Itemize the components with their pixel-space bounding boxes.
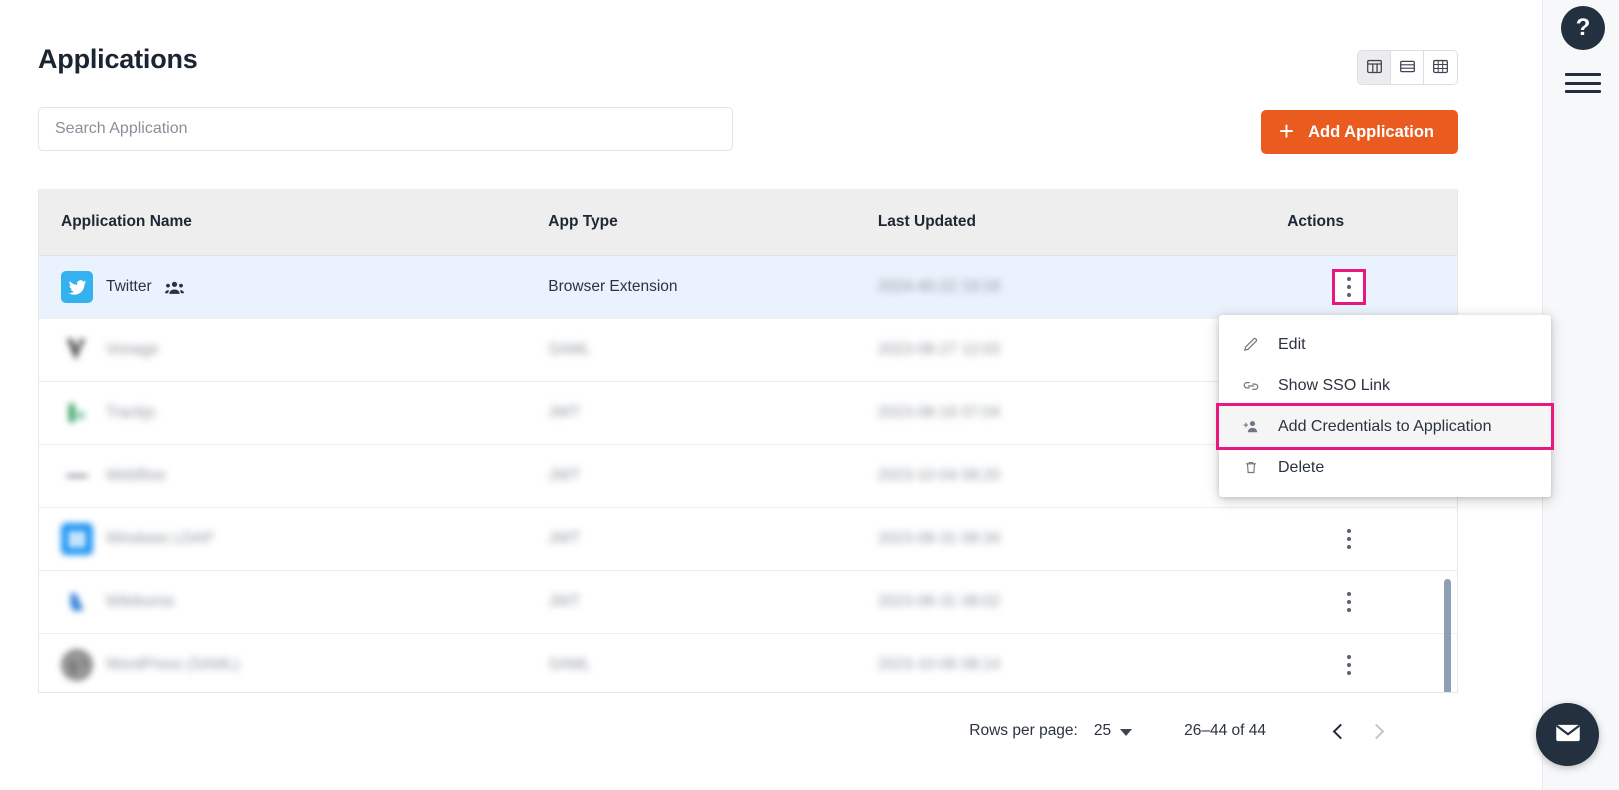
- view-toggle-grid[interactable]: [1424, 51, 1457, 84]
- cell-application-name: Webflow: [39, 460, 548, 492]
- application-name-label: Wikibuma: [106, 593, 175, 610]
- cell-application-name: Vonage: [39, 334, 548, 366]
- table-columns-icon: [1366, 58, 1383, 78]
- cell-app-type: Browser Extension: [548, 278, 678, 295]
- cell-application-name: Twitter: [39, 271, 548, 303]
- row-context-menu: Edit Show SSO Link Add Credentials to Ap…: [1216, 315, 1554, 497]
- application-name-label: Webflow: [106, 467, 166, 484]
- trackjs-icon: [61, 397, 93, 429]
- person-add-icon: [1241, 417, 1260, 436]
- rows-per-page-value: 25: [1093, 722, 1112, 739]
- main-content: Applications Search Application + Add Ap…: [0, 0, 1554, 790]
- vonage-icon: [61, 334, 93, 366]
- chevron-down-icon: [1120, 728, 1133, 736]
- table-header-row: Application Name App Type Last Updated A…: [39, 189, 1457, 256]
- view-toggle-column[interactable]: [1358, 51, 1391, 84]
- menu-item-label: Show SSO Link: [1278, 376, 1391, 394]
- column-header-last-updated[interactable]: Last Updated: [878, 213, 1287, 231]
- menu-item-edit[interactable]: Edit: [1219, 324, 1551, 365]
- application-name-label: Windows LDAP: [106, 530, 214, 547]
- table-row[interactable]: Twitter Browser Extension 2024-40-22 19:…: [39, 256, 1457, 319]
- previous-page-button[interactable]: [1318, 711, 1358, 751]
- help-button[interactable]: ?: [1561, 6, 1605, 50]
- chevron-left-icon: [1332, 723, 1348, 739]
- plus-icon: +: [1278, 116, 1295, 146]
- view-toggle-list[interactable]: [1391, 51, 1424, 84]
- cell-last-updated: 2023-08-31 08:02: [877, 593, 1001, 610]
- webflow-icon: [61, 460, 93, 492]
- paginator: Rows per page: 25 26–44 of 44: [38, 700, 1458, 762]
- cell-actions: [1287, 524, 1457, 554]
- cell-application-name: Windows LDAP: [39, 523, 548, 555]
- cell-last-updated: 2024-40-22 19:18: [877, 278, 1001, 295]
- menu-item-add-credentials-to-application[interactable]: Add Credentials to Application: [1216, 403, 1554, 450]
- table-row[interactable]: WordPress (SAML) SAML 2023-10-06 08:14: [39, 634, 1457, 692]
- cell-app-type: JWT: [548, 593, 581, 610]
- chevron-right-icon: [1368, 723, 1384, 739]
- row-actions-menu-button[interactable]: [1335, 587, 1363, 617]
- application-name-label: Vonage: [106, 341, 159, 358]
- people-group-icon: [164, 280, 184, 295]
- menu-item-show-sso-link[interactable]: Show SSO Link: [1219, 365, 1551, 406]
- wiki-icon: [61, 586, 93, 618]
- search-input[interactable]: [38, 107, 733, 151]
- table-row[interactable]: Windows LDAP JWT 2023-08-31 08:34: [39, 508, 1457, 571]
- hamburger-icon: [1565, 73, 1601, 76]
- cell-last-updated: 2023-08-31 08:34: [877, 530, 1001, 547]
- page-title: Applications: [38, 44, 198, 74]
- add-application-label: Add Application: [1308, 122, 1434, 141]
- column-header-application-name[interactable]: Application Name: [39, 213, 548, 231]
- cell-application-name: Trackjs: [39, 397, 548, 429]
- hamburger-menu-button[interactable]: [1565, 70, 1601, 96]
- cell-app-type: SAML: [548, 341, 591, 358]
- add-application-button[interactable]: + Add Application: [1260, 110, 1458, 154]
- twitter-icon: [61, 271, 93, 303]
- cell-application-name: WordPress (SAML): [39, 649, 548, 681]
- envelope-icon: [1553, 718, 1583, 751]
- page-range-label: 26–44 of 44: [1184, 722, 1266, 739]
- application-name-label: Twitter: [106, 278, 152, 295]
- cell-last-updated: 2023-10-06 08:14: [877, 656, 1001, 673]
- trash-icon: [1241, 458, 1260, 477]
- applications-page: Applications Search Application + Add Ap…: [0, 0, 1619, 790]
- question-mark-icon: ?: [1575, 14, 1591, 41]
- column-header-app-type[interactable]: App Type: [548, 213, 878, 231]
- list-rows-icon: [1399, 58, 1416, 78]
- row-actions-menu-button[interactable]: [1332, 269, 1367, 305]
- rows-per-page-select[interactable]: 25: [1093, 722, 1133, 740]
- menu-item-label: Add Credentials to Application: [1278, 417, 1492, 435]
- column-header-actions: Actions: [1287, 213, 1345, 230]
- link-icon: [1241, 376, 1260, 395]
- contact-support-button[interactable]: [1536, 703, 1599, 766]
- pencil-icon: [1241, 335, 1260, 354]
- cell-app-type: SAML: [548, 656, 591, 673]
- menu-item-label: Delete: [1278, 458, 1325, 476]
- grid-icon: [1432, 58, 1449, 78]
- windows-icon: [61, 523, 93, 555]
- application-name-label: WordPress (SAML): [106, 656, 240, 673]
- cell-app-type: JWT: [548, 404, 581, 421]
- view-toggle-group[interactable]: [1357, 50, 1458, 85]
- cell-application-name: Wikibuma: [39, 586, 548, 618]
- cell-actions: [1287, 650, 1457, 680]
- rows-per-page-label: Rows per page:: [969, 722, 1078, 739]
- cell-actions: [1287, 269, 1457, 305]
- application-name-label: Trackjs: [106, 404, 156, 421]
- row-actions-menu-button[interactable]: [1335, 524, 1363, 554]
- cell-actions: [1287, 587, 1457, 617]
- cell-app-type: JWT: [548, 530, 581, 547]
- table-scrollbar-thumb[interactable]: [1444, 579, 1451, 692]
- row-actions-menu-button[interactable]: [1335, 650, 1363, 680]
- next-page-button: [1358, 711, 1398, 751]
- right-rail: ?: [1542, 0, 1619, 790]
- table-row[interactable]: Wikibuma JWT 2023-08-31 08:02: [39, 571, 1457, 634]
- menu-item-label: Edit: [1278, 335, 1306, 353]
- menu-item-delete[interactable]: Delete: [1219, 447, 1551, 488]
- cell-app-type: JWT: [548, 467, 581, 484]
- wordpress-icon: [61, 649, 93, 681]
